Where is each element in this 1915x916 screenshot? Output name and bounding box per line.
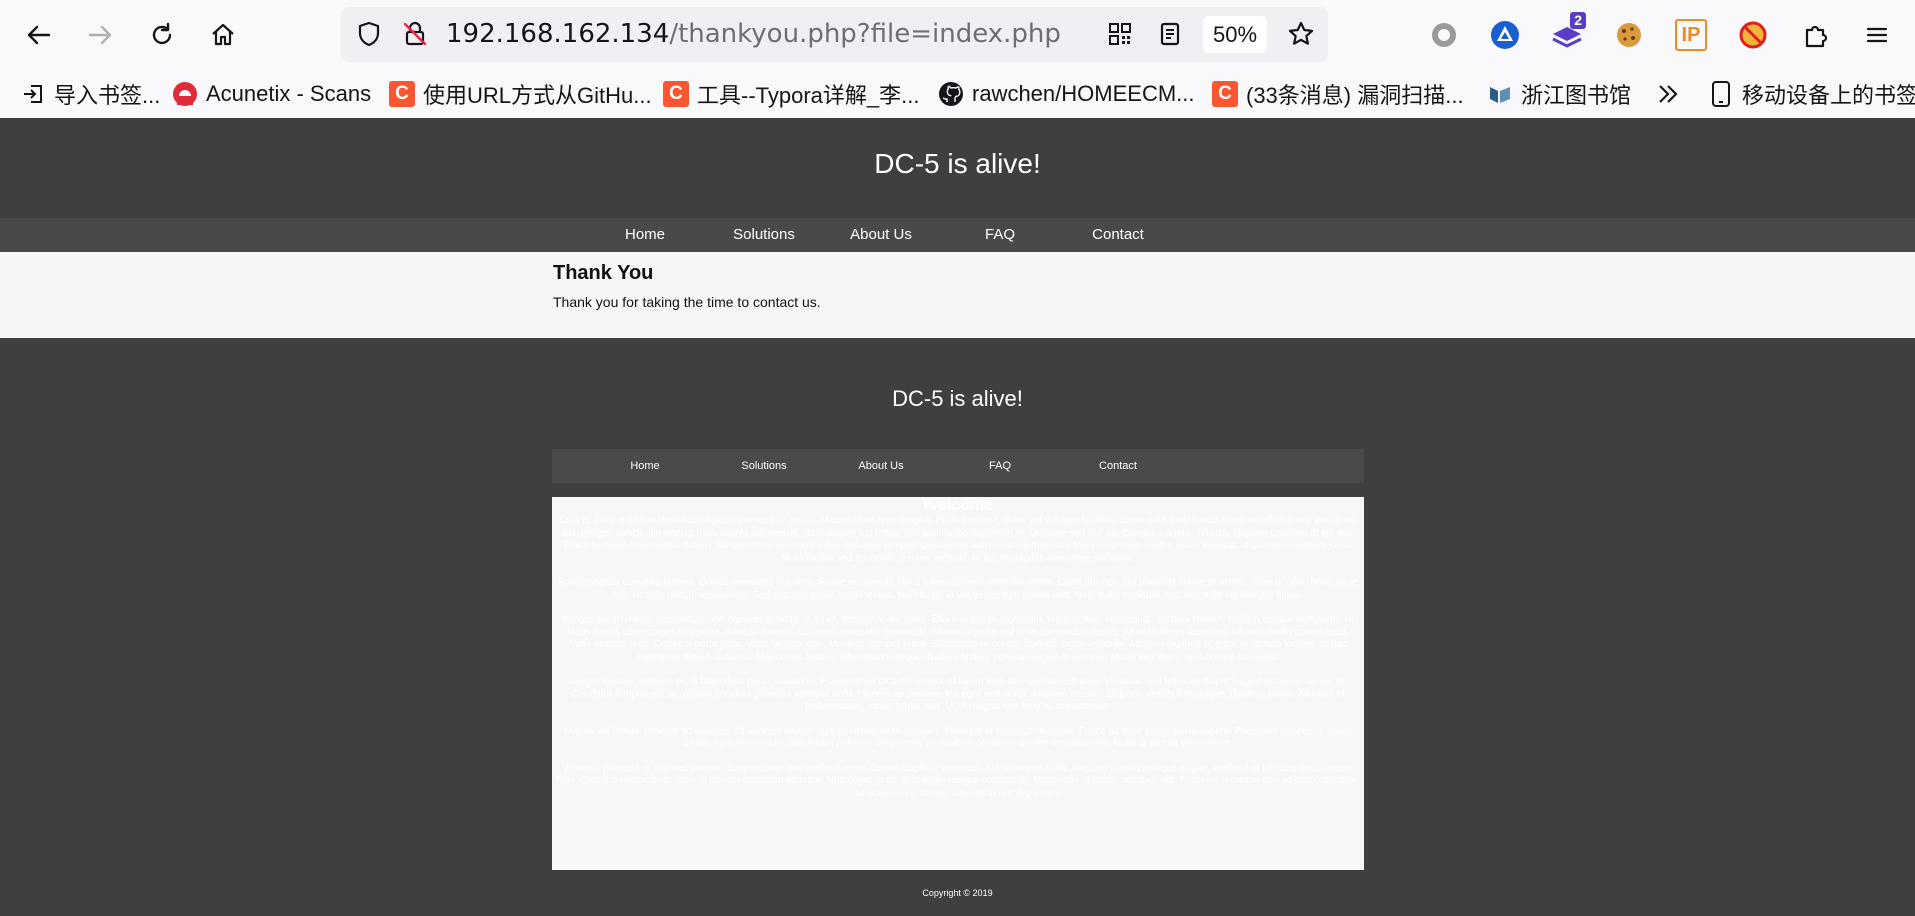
nav-link-contact[interactable]: Contact	[1092, 218, 1144, 252]
page-heading: Thank You	[553, 262, 654, 284]
acunetix-icon	[172, 81, 198, 107]
browser-toolbar: 192.168.162.134/thankyou.php?file=index.…	[0, 0, 1915, 70]
hamburger-menu-icon	[1866, 27, 1888, 43]
github-icon	[938, 81, 964, 107]
site-title: DC-5 is alive!	[874, 148, 1041, 179]
blocked-icon	[1739, 21, 1767, 49]
insecure-lock-icon	[403, 21, 427, 46]
address-bar[interactable]: 192.168.162.134/thankyou.php?file=index.…	[341, 7, 1328, 62]
back-button[interactable]	[17, 13, 61, 57]
welcome-paragraph: Mauris vel lectus, ultricies ac dapibus.…	[564, 725, 1352, 750]
extensions-menu-button[interactable]	[1794, 14, 1836, 56]
home-icon	[212, 23, 234, 46]
cookie-icon	[1617, 23, 1641, 47]
csdn-icon: C	[389, 81, 415, 107]
bookmark-label: 使用URL方式从GitHu...	[423, 83, 652, 108]
tracking-protection-button[interactable]	[347, 12, 391, 56]
bookmark-item[interactable]: C (33条消息) 漏洞扫描...	[1212, 70, 1464, 118]
double-chevron-right-icon	[1659, 85, 1678, 103]
bookmark-label: (33条消息) 漏洞扫描...	[1246, 83, 1464, 108]
bookmark-item[interactable]: 浙江图书馆	[1487, 70, 1631, 118]
copyright-text: Copyright © 2019	[922, 888, 993, 898]
nav-link-faq[interactable]: FAQ	[985, 218, 1015, 252]
welcome-paragraph: Vivamus pharetra et nisi sed viverra. Su…	[556, 762, 1360, 799]
app-menu-button[interactable]	[1856, 14, 1898, 56]
library-icon	[1487, 81, 1513, 107]
welcome-paragraph: Duis at dolor a nibh malesuada sagittis …	[559, 515, 1357, 564]
welcome-paragraph: Integer ipsum purus, elementum non egest…	[561, 614, 1355, 663]
star-icon	[1288, 21, 1314, 45]
bookmarks-toolbar: 导入书签... Acunetix - Scans C 使用URL方式从GitHu…	[0, 70, 1915, 119]
site-header: DC-5 is alive!	[0, 118, 1915, 218]
triangle-logo-icon	[1491, 21, 1519, 49]
included-site-title: DC-5 is alive!	[892, 386, 1023, 411]
forward-button[interactable]	[78, 13, 122, 57]
included-nav-link-about-us[interactable]: About Us	[858, 449, 903, 483]
bookmark-label: 浙江图书馆	[1521, 83, 1632, 108]
csdn-icon: C	[1212, 81, 1238, 107]
included-nav-link-faq[interactable]: FAQ	[989, 449, 1011, 483]
bookmark-label: 移动设备上的书签	[1742, 83, 1915, 108]
bookmark-item[interactable]: rawchen/HOMEECM...	[938, 70, 1195, 118]
site-nav: Home Solutions About Us FAQ Contact	[0, 218, 1915, 252]
bookmark-item[interactable]: Acunetix - Scans	[172, 70, 371, 118]
extension-badge: 2	[1570, 12, 1586, 29]
ip-icon: IP	[1675, 19, 1707, 51]
mobile-icon	[1708, 81, 1734, 107]
mobile-bookmarks-item[interactable]: 移动设备上的书签	[1708, 70, 1915, 118]
extension-cookie-button[interactable]	[1608, 14, 1650, 56]
qr-code-icon	[1109, 23, 1131, 45]
record-circle-icon	[1432, 23, 1456, 47]
extension-record-button[interactable]	[1423, 14, 1465, 56]
reload-icon	[152, 22, 172, 45]
nav-link-solutions[interactable]: Solutions	[733, 218, 795, 252]
extension-ip-button[interactable]: IP	[1670, 14, 1712, 56]
url-host: 192.168.162.134	[446, 19, 670, 49]
included-content: Welcome Duis at dolor a nibh malesuada s…	[552, 497, 1364, 870]
bookmark-label: rawchen/HOMEECM...	[972, 81, 1195, 106]
shield-icon	[358, 21, 380, 47]
included-nav-link-home[interactable]: Home	[630, 449, 659, 483]
bookmark-item[interactable]: C 工具--Typora详解_李...	[663, 70, 919, 118]
included-nav-link-solutions[interactable]: Solutions	[741, 449, 786, 483]
included-nav: Home Solutions About Us FAQ Contact	[552, 449, 1364, 483]
insecure-connection-button[interactable]	[393, 12, 437, 56]
puzzle-icon	[1805, 25, 1828, 48]
zoom-level-button[interactable]: 50%	[1203, 16, 1267, 53]
main-content: Thank You Thank you for taking the time …	[0, 252, 1915, 338]
url-path: /thankyou.php?file=index.php	[669, 19, 1061, 49]
bookmark-item[interactable]: 导入书签...	[20, 70, 160, 118]
bookmark-star-button[interactable]	[1279, 12, 1323, 56]
bookmark-item[interactable]: C 使用URL方式从GitHu...	[389, 70, 652, 118]
bookmark-label: 导入书签...	[54, 83, 161, 108]
forward-arrow-icon	[88, 25, 112, 45]
welcome-heading: Welcome	[923, 497, 993, 514]
web-page: DC-5 is alive! Home Solutions About Us F…	[0, 118, 1915, 916]
csdn-icon: C	[663, 81, 689, 107]
reader-view-button[interactable]	[1148, 12, 1192, 56]
reload-button[interactable]	[140, 13, 184, 57]
welcome-paragraph: Fusce sagittis convallis laoreet. Donec …	[558, 577, 1358, 601]
extension-block-button[interactable]	[1732, 14, 1774, 56]
qr-code-button[interactable]	[1098, 12, 1142, 56]
welcome-paragraph: Integer suscipit sodales ex, a bibendum …	[568, 676, 1348, 712]
url-text[interactable]: 192.168.162.134/thankyou.php?file=index.…	[446, 7, 1061, 62]
back-arrow-icon	[27, 25, 51, 45]
bookmarks-overflow-button[interactable]	[1655, 70, 1681, 118]
included-nav-link-contact[interactable]: Contact	[1099, 449, 1137, 483]
home-button[interactable]	[201, 13, 245, 57]
extension-layers-button[interactable]: 2	[1546, 12, 1588, 56]
reader-view-icon	[1160, 22, 1180, 46]
bookmark-label: Acunetix - Scans	[206, 81, 372, 106]
extension-triangle-button[interactable]	[1484, 14, 1526, 56]
nav-link-home[interactable]: Home	[625, 218, 665, 252]
nav-link-about-us[interactable]: About Us	[850, 218, 912, 252]
bookmark-label: 工具--Typora详解_李...	[697, 83, 920, 108]
import-icon	[20, 81, 46, 107]
thank-you-text: Thank you for taking the time to contact…	[553, 294, 821, 310]
